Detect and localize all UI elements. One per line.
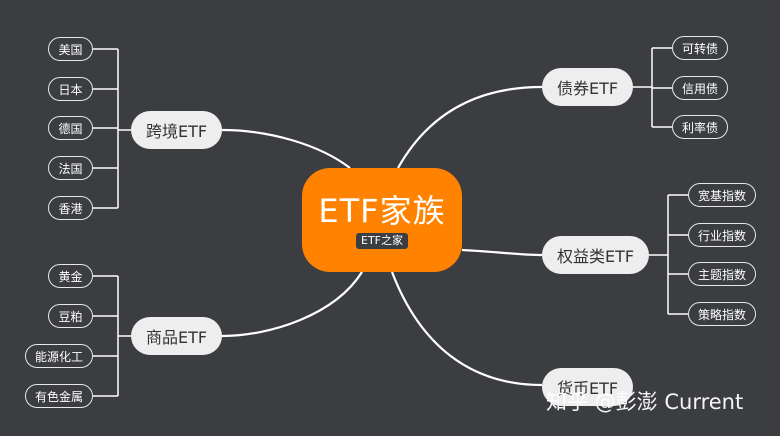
leaf-energy-chemical[interactable]: 能源化工 <box>25 344 93 368</box>
bracket-bond <box>633 47 672 128</box>
leaf-soymeal[interactable]: 豆粕 <box>48 304 93 328</box>
branch-commodity[interactable]: 商品ETF <box>131 317 222 355</box>
bracket-commodity <box>93 275 131 397</box>
bracket-equity <box>649 194 688 315</box>
link-center-cross-border <box>221 128 351 169</box>
leaf-strategy-index[interactable]: 策略指数 <box>688 302 756 326</box>
branch-cross-border[interactable]: 跨境ETF <box>131 111 222 149</box>
leaf-japan[interactable]: 日本 <box>48 77 93 101</box>
leaf-hongkong[interactable]: 香港 <box>48 196 93 220</box>
link-center-bond <box>397 85 543 169</box>
watermark: 知乎 @彭澎 Current <box>546 390 744 414</box>
leaf-theme-index[interactable]: 主题指数 <box>688 262 756 286</box>
center-title: ETF家族 <box>318 192 446 230</box>
leaf-credit-bond[interactable]: 信用债 <box>672 76 728 100</box>
center-node[interactable]: ETF家族 ETF之家 <box>302 168 462 272</box>
leaf-germany[interactable]: 德国 <box>48 116 93 140</box>
leaf-industry-index[interactable]: 行业指数 <box>688 223 756 247</box>
leaf-rate-bond[interactable]: 利率债 <box>672 115 728 139</box>
mind-map: ETF家族 ETF之家 跨境ETF 商品ETF 债券ETF 权益类ETF 货币E… <box>0 0 780 436</box>
center-tag: ETF之家 <box>356 233 408 249</box>
leaf-usa[interactable]: 美国 <box>48 37 93 61</box>
leaf-gold[interactable]: 黄金 <box>48 264 93 288</box>
branch-equity[interactable]: 权益类ETF <box>542 236 649 274</box>
branch-bond[interactable]: 债券ETF <box>542 68 633 106</box>
leaf-broad-index[interactable]: 宽基指数 <box>688 183 756 207</box>
link-center-equity <box>461 248 543 257</box>
bracket-cross-border <box>93 48 131 209</box>
leaf-convertible-bond[interactable]: 可转债 <box>672 36 728 60</box>
link-center-commodity <box>221 271 363 338</box>
link-center-currency <box>390 271 543 387</box>
leaf-france[interactable]: 法国 <box>48 156 93 180</box>
leaf-nonferrous-metals[interactable]: 有色金属 <box>25 384 93 408</box>
